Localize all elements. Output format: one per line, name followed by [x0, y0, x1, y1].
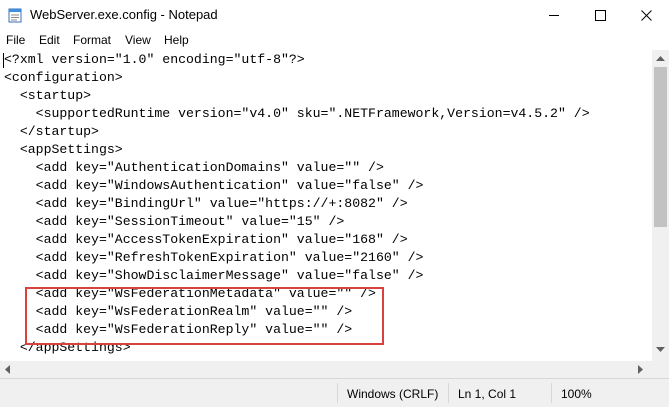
code-line: <add key="WindowsAuthentication" value="… — [4, 178, 424, 193]
code-line: <startup> — [4, 88, 92, 103]
scroll-down-icon[interactable] — [656, 347, 665, 352]
vertical-scrollbar[interactable] — [652, 50, 669, 361]
code-line: <?xml version="1.0" encoding="utf-8"?> — [4, 52, 305, 67]
status-line-ending: Windows (CRLF) — [347, 387, 439, 401]
close-button[interactable] — [623, 0, 669, 30]
menu-format[interactable]: Format — [73, 33, 111, 47]
code-line: <add key="RefreshTokenExpiration" value=… — [4, 250, 424, 265]
status-bar: Windows (CRLF) Ln 1, Col 1 100% — [0, 378, 669, 407]
status-divider — [448, 383, 449, 403]
code-line: <add key="BindingUrl" value="https://+:8… — [4, 196, 408, 211]
title-bar[interactable]: WebServer.exe.config - Notepad — [0, 0, 669, 30]
code-line: <appSettings> — [4, 142, 123, 157]
horizontal-scrollbar[interactable] — [0, 361, 652, 378]
status-divider — [551, 383, 552, 403]
code-line: <supportedRuntime version="v4.0" sku=".N… — [4, 106, 590, 121]
text-editor[interactable]: <?xml version="1.0" encoding="utf-8"?> <… — [0, 50, 652, 361]
menu-help[interactable]: Help — [164, 33, 189, 47]
scroll-left-icon[interactable] — [5, 365, 10, 374]
scroll-right-icon[interactable] — [638, 365, 643, 374]
code-line: <add key="SessionTimeout" value="15" /> — [4, 214, 345, 229]
menu-bar: File Edit Format View Help — [0, 30, 669, 50]
status-divider — [337, 383, 338, 403]
notepad-icon — [8, 7, 22, 23]
menu-edit[interactable]: Edit — [39, 33, 60, 47]
code-line: <configuration> — [4, 70, 123, 85]
minimize-button[interactable] — [531, 0, 577, 30]
code-line: </startup> — [4, 124, 99, 139]
status-zoom: 100% — [561, 387, 592, 401]
window-title: WebServer.exe.config - Notepad — [30, 7, 218, 22]
scrollbar-corner — [652, 361, 669, 378]
code-line: <add key="ShowDisclaimerMessage" value="… — [4, 268, 424, 283]
menu-file[interactable]: File — [6, 33, 25, 47]
maximize-icon — [595, 10, 606, 21]
vertical-scroll-thumb[interactable] — [654, 67, 667, 227]
code-line: <add key="AccessTokenExpiration" value="… — [4, 232, 408, 247]
highlight-box — [25, 287, 384, 345]
maximize-button[interactable] — [577, 0, 623, 30]
close-icon — [641, 10, 652, 21]
status-cursor-position: Ln 1, Col 1 — [458, 387, 517, 401]
scroll-up-icon[interactable] — [656, 56, 665, 61]
minimize-icon — [549, 15, 559, 16]
code-line: <add key="AuthenticationDomains" value="… — [4, 160, 384, 175]
menu-view[interactable]: View — [125, 33, 151, 47]
